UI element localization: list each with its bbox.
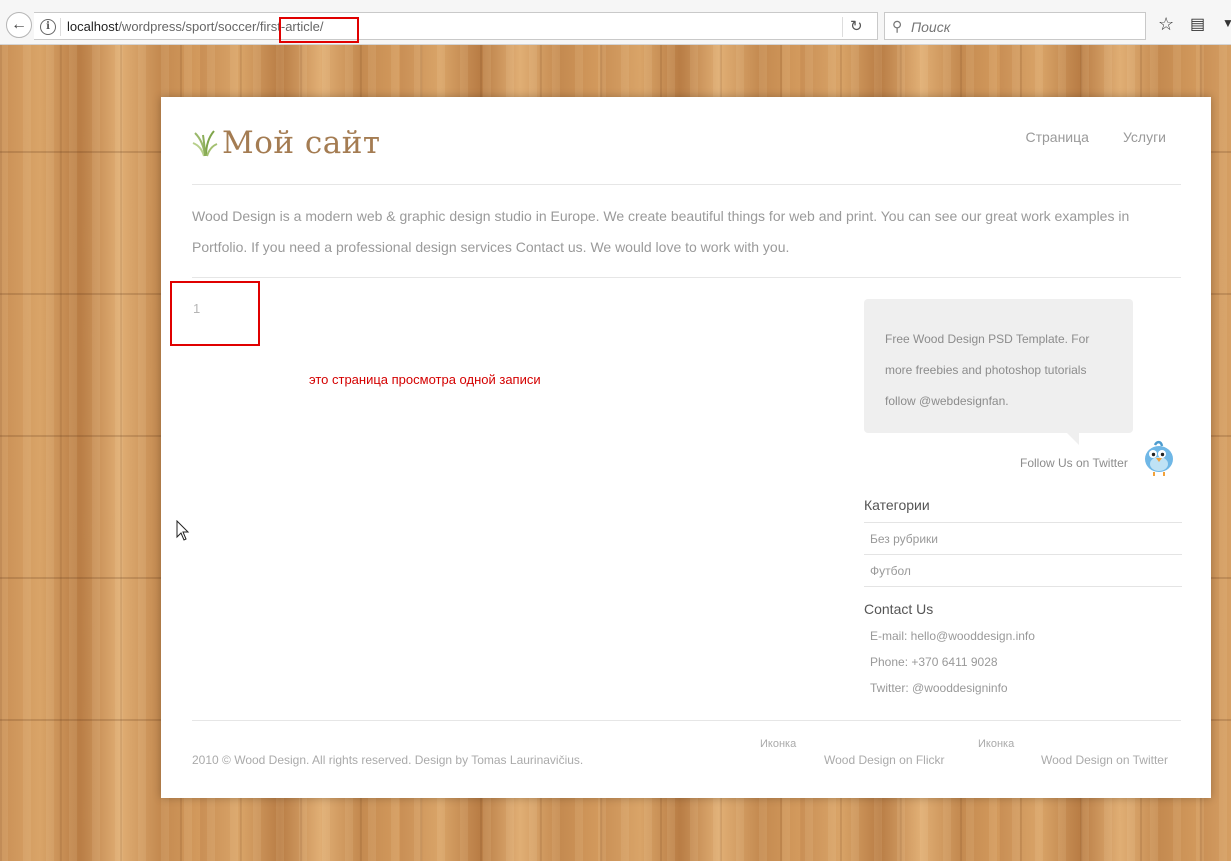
tweet-line: Free Wood Design PSD Template. For: [885, 332, 1090, 346]
search-input[interactable]: [909, 17, 1133, 37]
address-bar[interactable]: i localhost/wordpress/sport/soccer/first…: [34, 12, 878, 43]
site-title: Мой сайт: [222, 125, 381, 161]
bookmarks-menu-icon[interactable]: ▤: [1190, 14, 1205, 34]
info-icon[interactable]: i: [40, 19, 56, 35]
url-path: /wordpress/sport/soccer/: [118, 19, 260, 34]
category-list: Без рубрики Футбол: [864, 522, 1182, 587]
footer-divider: [192, 720, 1181, 721]
nav-item-page[interactable]: Страница: [1025, 129, 1088, 145]
site-logo[interactable]: Мой сайт: [192, 123, 381, 163]
footer-copyright: 2010 © Wood Design. All rights reserved.…: [192, 753, 584, 767]
annotation-note: это страница просмотра одной записи: [309, 372, 541, 387]
mouse-cursor-icon: [176, 520, 190, 541]
back-button[interactable]: ←: [6, 12, 32, 38]
url-host: localhost: [67, 19, 119, 34]
contact-email: E-mail: hello@wooddesign.info: [870, 629, 1035, 643]
main-nav: Страница Услуги: [1025, 129, 1166, 145]
tweet-bubble: Free Wood Design PSD Template. For more …: [864, 299, 1133, 433]
overflow-chevron-icon[interactable]: ▼: [1222, 16, 1231, 30]
twitter-bird-icon[interactable]: [1140, 437, 1176, 477]
category-item[interactable]: Футбол: [864, 554, 1182, 587]
address-divider: [842, 17, 843, 37]
reload-icon[interactable]: ↻: [850, 17, 863, 35]
flickr-icon-alt[interactable]: Иконка: [760, 738, 796, 750]
flickr-link[interactable]: Wood Design on Flickr: [824, 753, 945, 767]
intro-text: Wood Design is a modern web & graphic de…: [192, 208, 1130, 255]
tweet-line: more freebies and photoshop tutorials: [885, 363, 1087, 377]
contact-heading: Contact Us: [864, 601, 934, 617]
tweet-bubble-tail: [1067, 433, 1079, 445]
twitter-link[interactable]: Wood Design on Twitter: [1041, 753, 1168, 767]
search-icon: ⚲: [892, 18, 903, 34]
nav-item-services[interactable]: Услуги: [1123, 129, 1166, 145]
browser-toolbar: ← i localhost/wordpress/sport/soccer/fir…: [0, 0, 1231, 45]
post-highlight-box: [170, 281, 260, 346]
contact-phone: Phone: +370 6411 9028: [870, 655, 998, 669]
intro-divider: [192, 277, 1181, 278]
address-separator: [60, 18, 61, 36]
site-page: Мой сайт Страница Услуги Wood Design is …: [161, 97, 1211, 798]
tweet-line: follow @webdesignfan.: [885, 394, 1009, 408]
header-divider: [192, 184, 1181, 185]
back-arrow-icon: ←: [11, 16, 27, 33]
category-item[interactable]: Без рубрики: [864, 522, 1182, 554]
categories-heading: Категории: [864, 497, 930, 513]
twitter-icon-alt[interactable]: Иконка: [978, 738, 1014, 750]
grass-logo-icon: [192, 130, 218, 157]
follow-twitter-link[interactable]: Follow Us on Twitter: [1020, 456, 1128, 470]
search-box[interactable]: ⚲: [884, 12, 1146, 40]
url-slug-highlight-box: [279, 17, 359, 43]
contact-twitter: Twitter: @wooddesigninfo: [870, 681, 1008, 695]
bookmark-star-icon[interactable]: ☆: [1158, 14, 1174, 35]
